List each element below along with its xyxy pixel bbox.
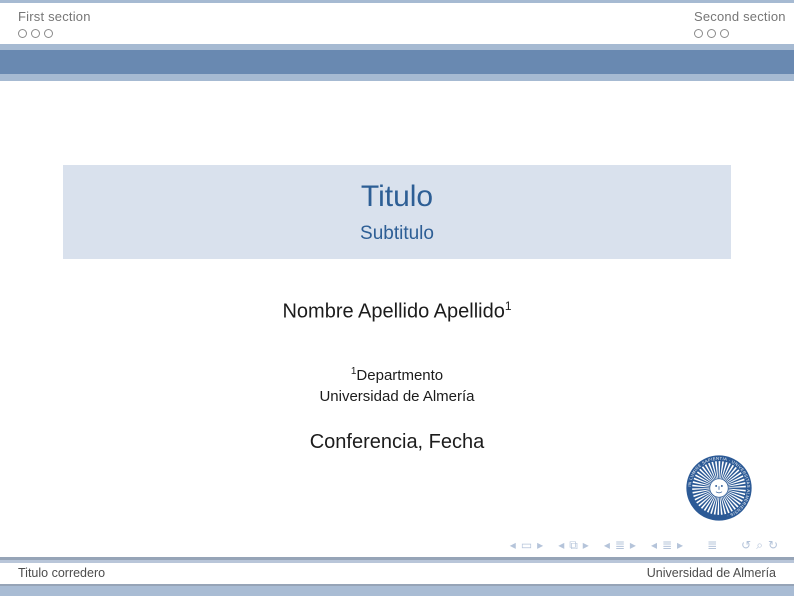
nav-subsection-icon[interactable]: ≣ (615, 537, 625, 553)
page-title: Titulo (361, 180, 433, 214)
nav-prev-slide-icon[interactable]: ◂ (510, 537, 516, 553)
author-footnote-mark: 1 (505, 299, 512, 313)
nav-next-frame-icon[interactable]: ▸ (583, 537, 589, 553)
frame-dots-second (694, 29, 786, 38)
frame-dot[interactable] (31, 29, 40, 38)
author-line: Nombre Apellido Apellido1 (0, 299, 794, 324)
top-accent-bar (0, 0, 794, 3)
bottom-accent-bar (0, 586, 794, 596)
section-label-first[interactable]: First section (18, 9, 91, 24)
page-subtitle: Subtitulo (360, 223, 434, 245)
frame-dot[interactable] (694, 29, 703, 38)
footer-separator-light (0, 560, 794, 563)
nav-section-icon[interactable]: ≣ (662, 537, 672, 553)
frame-dots-first (18, 29, 91, 38)
seal-face-eye (721, 485, 723, 487)
conference-date: Conferencia, Fecha (0, 431, 794, 454)
nav-search-icon[interactable]: ⌕ (756, 537, 763, 553)
nav-next-slide-icon[interactable]: ▸ (537, 537, 543, 553)
institute-department: Departmento (356, 367, 443, 384)
nav-back-icon[interactable]: ↺ (741, 537, 751, 553)
header-section-second: Second section (694, 9, 786, 38)
header-section-first: First section (18, 9, 91, 38)
nav-next-subsection-icon[interactable]: ▸ (630, 537, 636, 553)
section-label-second[interactable]: Second section (694, 9, 786, 24)
institute-block: 1Departmento Universidad de Almería (0, 361, 794, 407)
frame-dot[interactable] (720, 29, 729, 38)
nav-prev-subsection-icon[interactable]: ◂ (604, 537, 610, 553)
institute-line-1: 1Departmento (0, 361, 794, 386)
author-name: Nombre Apellido Apellido (282, 301, 504, 323)
footer-short-title: Titulo corredero (18, 566, 105, 580)
nav-frame-icon[interactable]: ▭ (521, 537, 532, 553)
footer-institution: Universidad de Almería (647, 566, 776, 580)
title-block: Titulo Subtitulo (63, 165, 731, 259)
frame-dot[interactable] (18, 29, 27, 38)
institute-line-2: Universidad de Almería (0, 386, 794, 407)
frame-dot[interactable] (44, 29, 53, 38)
beamer-navigation-bar: ◂ ▭ ▸ ◂ ⧉ ▸ ◂ ≣ ▸ ◂ ≣ ▸ ≣ ↺ ⌕ ↻ (510, 537, 778, 553)
beamer-title-slide: First section Second section Titulo Subt… (0, 0, 794, 596)
seal-face-eye (715, 485, 717, 487)
nav-prev-frame-icon[interactable]: ◂ (558, 537, 564, 553)
nav-forward-icon[interactable]: ↻ (768, 537, 778, 553)
nav-next-section-icon[interactable]: ▸ (677, 537, 683, 553)
university-seal-logo: IN LUMINE SAPIENTIA · UNIVERSITAS ALMERI… (685, 454, 753, 522)
frame-dot[interactable] (707, 29, 716, 38)
nav-overlay-frames-icon[interactable]: ⧉ (569, 537, 578, 553)
header-band-lower (0, 74, 794, 81)
nav-appendix-icon[interactable]: ≣ (707, 537, 717, 553)
nav-prev-section-icon[interactable]: ◂ (651, 537, 657, 553)
header-steel-bar (0, 50, 794, 74)
